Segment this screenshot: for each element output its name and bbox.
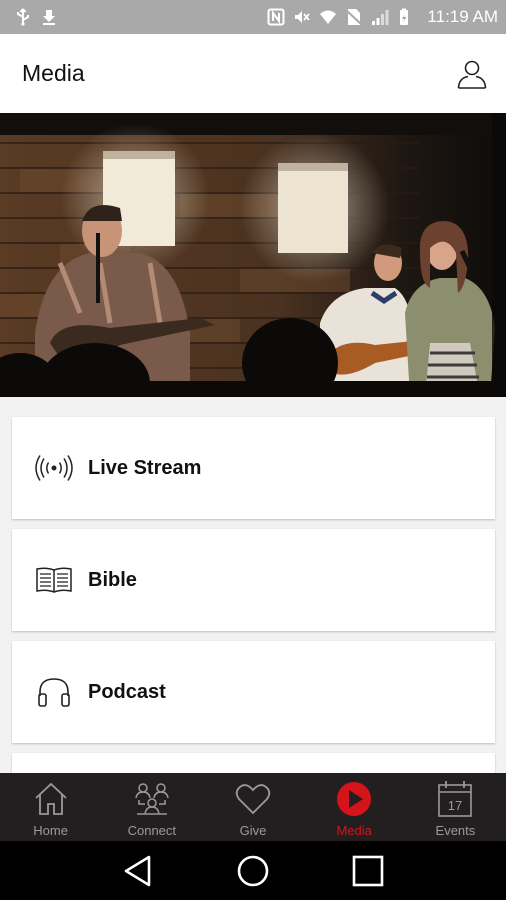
- list-item-label: Live Stream: [88, 456, 202, 479]
- no-sim-icon: [345, 9, 364, 26]
- home-icon: [31, 779, 71, 819]
- tab-label: Media: [336, 823, 372, 838]
- list-item-podcast[interactable]: Podcast: [12, 641, 495, 743]
- page-title: Media: [22, 60, 85, 86]
- book-icon: [34, 560, 74, 600]
- back-icon: [124, 855, 150, 886]
- usb-icon: [17, 8, 29, 26]
- people-icon: [132, 779, 172, 819]
- tab-give[interactable]: Give: [202, 773, 303, 841]
- app-bar: Media: [0, 34, 506, 113]
- tab-label: Home: [33, 823, 68, 838]
- recents-button[interactable]: [346, 849, 390, 893]
- list-item-label: Bible: [88, 568, 137, 591]
- home-button[interactable]: [231, 849, 275, 893]
- mute-icon: [295, 11, 311, 23]
- system-nav-bar: [0, 841, 506, 900]
- tab-label: Give: [239, 823, 267, 838]
- recents-icon: [353, 855, 384, 886]
- profile-button[interactable]: [454, 56, 490, 92]
- tab-label: Connect: [127, 823, 177, 838]
- download-icon: [43, 10, 55, 25]
- tab-media[interactable]: Media: [304, 773, 405, 841]
- calendar-icon: 17: [435, 779, 475, 819]
- signal-icon: [372, 10, 389, 25]
- list-item-bible[interactable]: Bible: [12, 529, 495, 631]
- nfc-icon: [267, 8, 285, 26]
- tab-events[interactable]: 17 Events: [405, 773, 506, 841]
- media-list: Live Stream Bible Podcast: [0, 397, 506, 773]
- status-bar: 11:19 AM: [0, 0, 506, 34]
- tab-home[interactable]: Home: [0, 773, 101, 841]
- play-icon: [334, 779, 374, 819]
- tab-label: Events: [435, 823, 476, 838]
- headphones-icon: [34, 672, 74, 712]
- tab-connect[interactable]: Connect: [101, 773, 202, 841]
- worship-band-photo: [0, 113, 506, 397]
- user-icon: [457, 60, 487, 89]
- list-item-label: Podcast: [88, 680, 166, 703]
- status-time: 11:19 AM: [427, 7, 498, 26]
- wifi-icon: [320, 10, 337, 24]
- broadcast-icon: [34, 448, 74, 488]
- battery-icon: [400, 8, 409, 25]
- calendar-day: 17: [448, 798, 462, 813]
- list-item-partial[interactable]: [12, 753, 495, 773]
- hero-image: [0, 113, 506, 397]
- tab-bar: Home Connect Give Media 17 Events: [0, 773, 506, 841]
- home-circle-icon: [237, 855, 269, 886]
- heart-icon: [233, 779, 273, 819]
- list-item-live-stream[interactable]: Live Stream: [12, 417, 495, 519]
- back-button[interactable]: [116, 849, 160, 893]
